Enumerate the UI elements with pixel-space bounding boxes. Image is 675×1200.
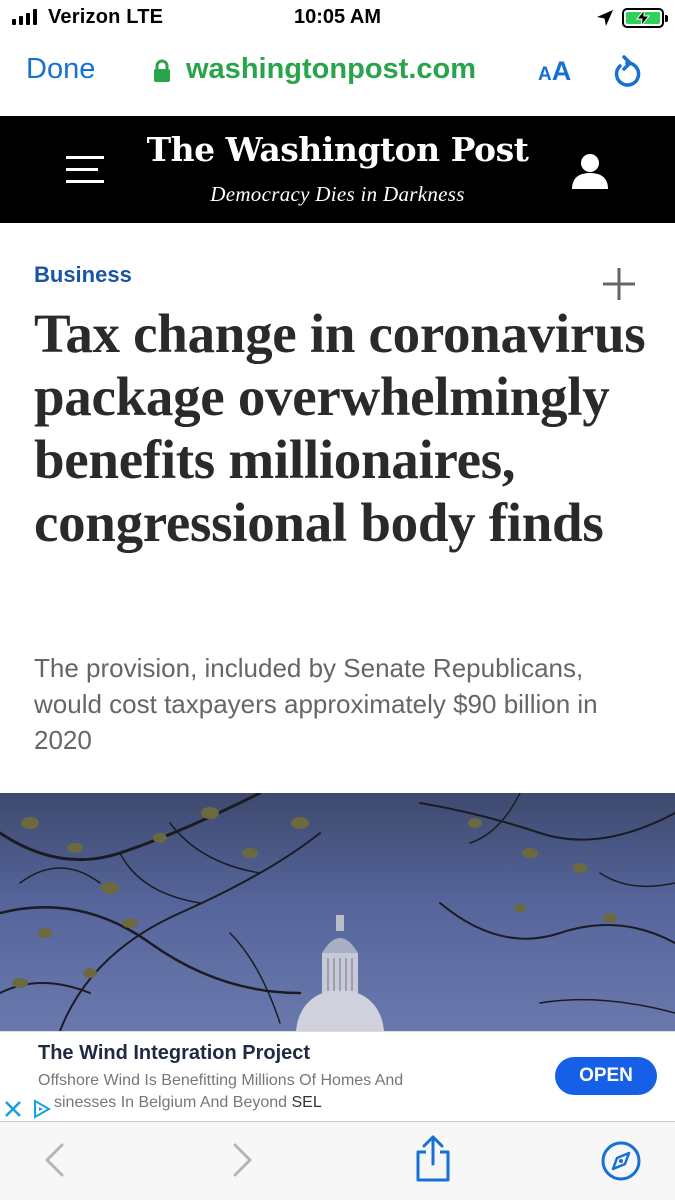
- back-icon[interactable]: [42, 1142, 66, 1178]
- article-headline: Tax change in coronavirus package overwh…: [34, 303, 646, 553]
- ad-title[interactable]: The Wind Integration Project: [38, 1042, 310, 1065]
- ad-sponsor: SEL: [291, 1094, 322, 1111]
- site-header: The Washington Post Democracy Dies in Da…: [0, 116, 675, 223]
- share-icon[interactable]: [414, 1134, 452, 1182]
- ad-banner[interactable]: The Wind Integration Project Offshore Wi…: [0, 1031, 675, 1122]
- text-size-big-label: A: [551, 56, 572, 86]
- status-time: 10:05 AM: [293, 6, 382, 28]
- battery-charging-icon: [622, 8, 668, 28]
- lock-icon: [154, 59, 170, 82]
- ad-body-line2: sinesses In Belgium And Beyond: [54, 1094, 288, 1111]
- browser-bottom-toolbar: [0, 1121, 675, 1200]
- safari-compass-icon[interactable]: [600, 1140, 642, 1182]
- plus-icon[interactable]: [601, 266, 637, 302]
- forward-icon[interactable]: [231, 1142, 255, 1178]
- adchoices-icon[interactable]: [28, 1096, 54, 1122]
- section-link[interactable]: Business: [34, 262, 132, 288]
- status-bar: Verizon LTE 10:05 AM: [0, 0, 675, 36]
- article-photo: [0, 793, 675, 1031]
- reload-icon[interactable]: [610, 54, 644, 90]
- ad-body-line1: Offshore Wind Is Benefitting Millions Of…: [38, 1072, 404, 1089]
- browser-toolbar: Done washingtonpost.com AA: [0, 36, 675, 116]
- ad-open-button[interactable]: OPEN: [555, 1057, 657, 1095]
- text-size-button[interactable]: AA: [538, 56, 571, 87]
- ad-body: Offshore Wind Is Benefitting Millions Of…: [38, 1070, 478, 1114]
- close-icon[interactable]: [0, 1096, 26, 1122]
- article-dek: The provision, included by Senate Republ…: [34, 653, 598, 755]
- url-text[interactable]: washingtonpost.com: [186, 53, 476, 86]
- done-button[interactable]: Done: [26, 53, 95, 86]
- location-arrow-icon: [597, 10, 613, 26]
- user-icon[interactable]: [570, 152, 610, 190]
- text-size-small-label: A: [538, 64, 552, 85]
